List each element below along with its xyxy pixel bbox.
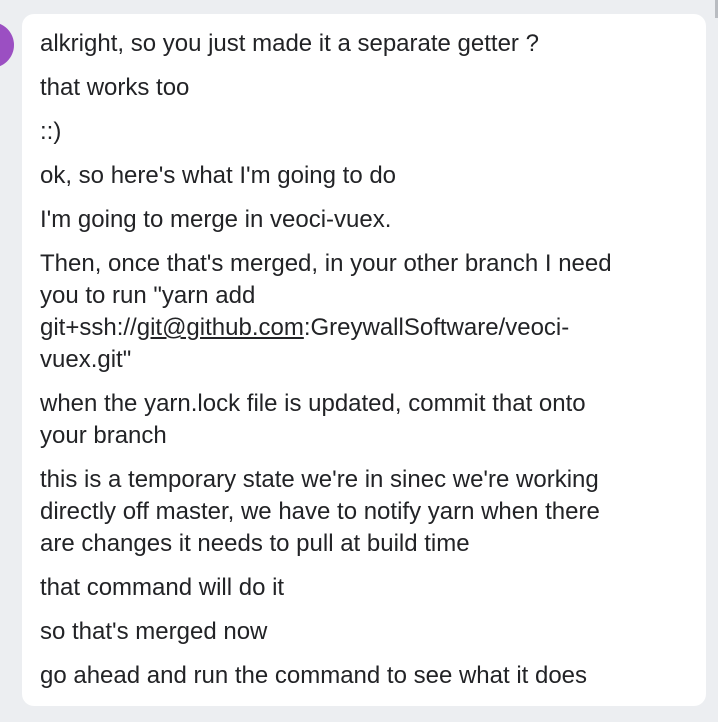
- avatar[interactable]: [0, 22, 14, 68]
- chat-message: I'm going to merge in veoci-vuex.: [40, 206, 392, 233]
- chat-message: go ahead and run the command to see what…: [40, 662, 588, 689]
- email-link[interactable]: git@github.com: [137, 314, 304, 341]
- chat-message: this is a temporary state we're in sinec…: [40, 466, 600, 557]
- message-bubble: alkright, so you just made it a separate…: [22, 14, 706, 706]
- chat-message-command: Then, once that's merged, in your other …: [40, 248, 688, 376]
- message-text: git+ssh://: [40, 314, 137, 341]
- chat-message: ::): [40, 118, 62, 145]
- message-text: you to run "yarn add: [40, 282, 256, 309]
- message-text: :GreywallSoftware/veoci-: [303, 314, 570, 341]
- message-text: vuex.git": [40, 346, 132, 373]
- chat-message: alkright, so you just made it a separate…: [40, 30, 539, 57]
- chat-message: that works too: [40, 74, 190, 101]
- chat-message: so that's merged now: [40, 618, 268, 645]
- message-text: Then, once that's merged, in your other …: [40, 250, 612, 277]
- chat-message: when the yarn.lock file is updated, comm…: [40, 390, 586, 449]
- chat-message: ok, so here's what I'm going to do: [40, 162, 397, 189]
- chat-message: that command will do it: [40, 574, 285, 601]
